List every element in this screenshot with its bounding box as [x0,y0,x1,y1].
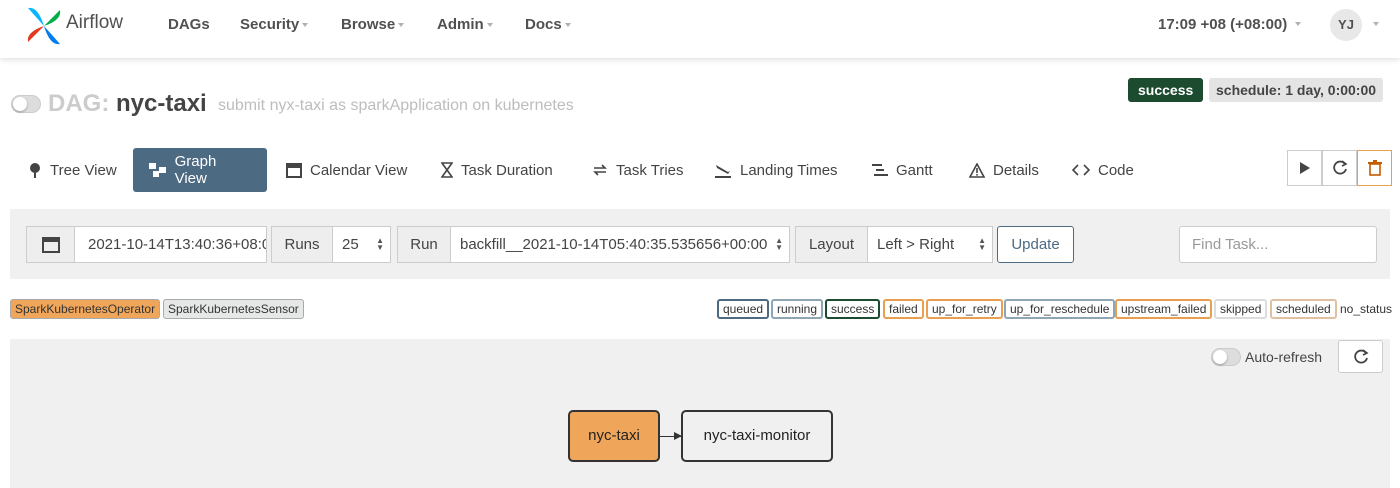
tab-label: Task Tries [616,161,684,179]
tab-gantt[interactable]: Gantt [856,148,949,192]
base-date-calendar-button[interactable] [26,226,75,263]
brand-name[interactable]: Airflow [66,12,123,34]
state-legend-scheduled[interactable]: scheduled [1270,299,1337,319]
nav-browse[interactable]: Browse [341,16,405,33]
tab-graph-view[interactable]: Graph View [133,148,267,192]
tab-task-duration[interactable]: Task Duration [425,148,569,192]
select-arrows-icon: ▲ ▼ [978,236,986,252]
tree-view-icon [30,163,40,178]
chevron-down-icon [486,23,493,28]
state-legend-skipped[interactable]: skipped [1214,299,1268,319]
state-legend-failed[interactable]: failed [883,299,924,319]
timezone-clock[interactable]: 17:09 +08 (+08:00) [1158,16,1287,33]
run-select[interactable]: backfill__2021-10-14T05:40:35.535656+00:… [450,226,790,263]
auto-refresh-toggle[interactable] [1211,348,1241,366]
dag-title: DAG: nyc-taxi [48,90,207,118]
layout-label: Layout [795,226,868,263]
airflow-logo-icon[interactable] [24,4,64,48]
state-legend-up-for-reschedule[interactable]: up_for_reschedule [1004,299,1116,319]
run-label: Run [397,226,451,263]
nav-security[interactable]: Security [240,16,309,33]
refresh-icon [1332,160,1348,175]
calendar-icon [41,237,60,253]
dag-prefix: DAG: [48,90,110,117]
dag-description: submit nyx-taxi as sparkApplication on k… [218,97,574,114]
nav-dags[interactable]: DAGs [168,16,210,33]
state-legend-up-for-retry[interactable]: up_for_retry [926,299,1003,319]
run-select-value: backfill__2021-10-14T05:40:35.535656+00:… [460,236,768,253]
tab-label: Calendar View [310,161,408,179]
tab-tree-view[interactable]: Tree View [12,148,133,192]
task-tries-icon [593,164,607,176]
dag-id: nyc-taxi [116,90,207,117]
chevron-down-icon [398,23,405,28]
tab-label: Task Duration [461,161,553,179]
tab-calendar-view[interactable]: Calendar View [270,148,423,192]
gantt-icon [872,164,888,176]
graph-node-nyc-taxi-monitor[interactable]: nyc-taxi-monitor [681,410,833,462]
graph-refresh-button[interactable] [1338,340,1383,373]
runs-select-value: 25 [342,236,359,253]
nav-docs-label: Docs [525,16,562,33]
base-date-input[interactable]: 2021-10-14T13:40:36+08:00 [74,226,267,263]
state-legend-success[interactable]: success [825,299,881,319]
delete-dag-button[interactable] [1357,150,1392,186]
tab-landing-times[interactable]: Landing Times [698,148,854,192]
tab-label: Graph View [174,153,217,187]
tab-label: Details [993,161,1039,179]
user-avatar[interactable]: YJ [1330,9,1362,41]
operator-legend-spark-operator: SparkKubernetesOperator [10,299,161,319]
layout-select[interactable]: Left > Right ▲ ▼ [867,226,993,263]
nav-admin[interactable]: Admin [437,16,493,33]
refresh-icon [1353,348,1369,363]
warning-triangle-icon [969,162,985,178]
plane-landing-icon [715,165,731,178]
state-legend-no-status[interactable]: no_status [1340,299,1392,319]
tab-label: Gantt [896,161,933,179]
trigger-dag-button[interactable] [1287,150,1322,186]
state-legend-upstream-failed[interactable]: upstream_failed [1115,299,1213,319]
tab-label: Code [1098,161,1134,179]
runs-select[interactable]: 25 ▲ ▼ [332,226,391,263]
chevron-down-icon[interactable] [1295,22,1301,26]
dag-status-badge: success [1128,78,1204,102]
nav-admin-label: Admin [437,16,484,33]
runs-label: Runs [271,226,333,263]
trash-icon [1367,160,1382,176]
dag-pause-toggle[interactable] [11,95,41,113]
refresh-dag-button[interactable] [1322,150,1357,186]
graph-view-icon [149,163,166,177]
tab-task-tries[interactable]: Task Tries [576,148,700,192]
tab-label: Landing Times [740,161,838,179]
select-arrows-icon: ▲ ▼ [775,236,783,252]
play-icon [1299,162,1310,174]
tab-details[interactable]: Details [953,148,1055,192]
auto-refresh-label: Auto-refresh [1245,349,1323,365]
code-brackets-icon [1072,164,1090,176]
chevron-down-icon [302,23,309,28]
find-task-input[interactable] [1179,226,1377,263]
nav-docs[interactable]: Docs [525,16,571,33]
nav-browse-label: Browse [341,16,396,33]
chevron-down-icon[interactable] [1373,22,1379,26]
tab-code[interactable]: Code [1056,148,1150,192]
layout-select-value: Left > Right [877,236,955,253]
hourglass-icon [441,162,453,178]
nav-security-label: Security [240,16,300,33]
select-arrows-icon: ▲ ▼ [376,236,384,252]
state-legend-queued[interactable]: queued [717,299,770,319]
state-legend-running[interactable]: running [771,299,824,319]
chevron-down-icon [564,23,571,28]
tab-label: Tree View [50,161,117,179]
update-button[interactable]: Update [997,226,1074,263]
operator-legend-spark-sensor: SparkKubernetesSensor [163,299,304,319]
graph-node-nyc-taxi[interactable]: nyc-taxi [568,410,660,462]
calendar-icon [286,163,302,178]
schedule-badge: schedule: 1 day, 0:00:00 [1209,78,1384,102]
